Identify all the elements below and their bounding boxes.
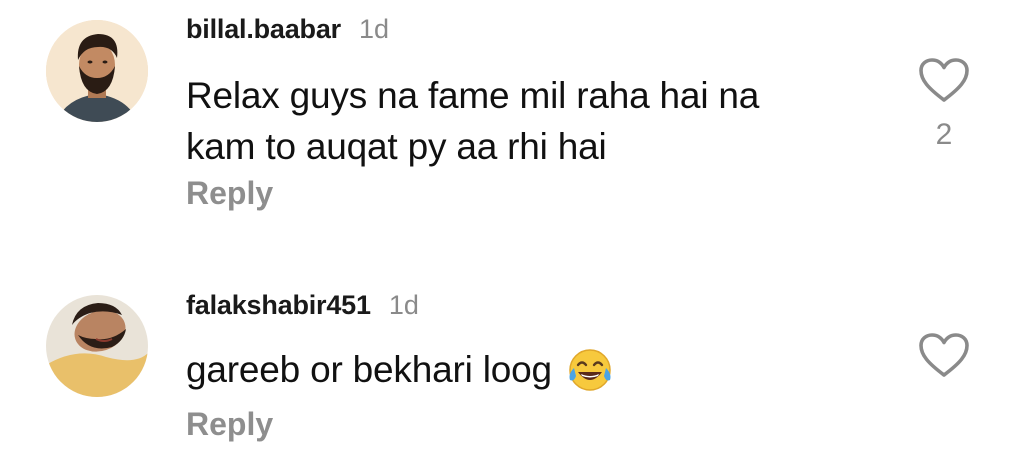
like-button[interactable]: [918, 332, 970, 378]
comment-header: falakshabir451 1d: [186, 290, 419, 321]
comment-time: 1d: [388, 290, 419, 320]
comment-text-line: gareeb or bekhari loog: [186, 349, 552, 390]
comment-text: gareeb or bekhari loog: [186, 344, 886, 395]
comment-header: billal.baabar 1d: [186, 14, 389, 45]
like-button[interactable]: [918, 57, 970, 103]
comment-item: falakshabir451 1d gareeb or bekhari loog: [0, 270, 1024, 455]
face-with-tears-of-joy-icon: [566, 346, 614, 394]
like-count: 2: [935, 118, 953, 151]
comments-list: billal.baabar 1d Relax guys na fame mil …: [0, 0, 1024, 455]
heart-outline-icon: [919, 58, 969, 102]
username[interactable]: billal.baabar: [186, 14, 341, 45]
reply-button[interactable]: Reply: [186, 175, 273, 212]
reply-button[interactable]: Reply: [186, 406, 273, 443]
comment-text: Relax guys na fame mil raha hai na kam t…: [186, 70, 886, 172]
avatar-image: [46, 20, 148, 122]
comment-text-line: kam to auqat py aa rhi hai: [186, 126, 607, 167]
heart-outline-icon: [919, 333, 969, 377]
avatar-image: [46, 295, 148, 397]
comment-text-line: Relax guys na fame mil raha hai na: [186, 75, 760, 116]
avatar[interactable]: [46, 20, 148, 122]
username[interactable]: falakshabir451: [186, 290, 371, 321]
avatar[interactable]: [46, 295, 148, 397]
comment-item: billal.baabar 1d Relax guys na fame mil …: [0, 0, 1024, 240]
comment-time: 1d: [358, 14, 390, 44]
